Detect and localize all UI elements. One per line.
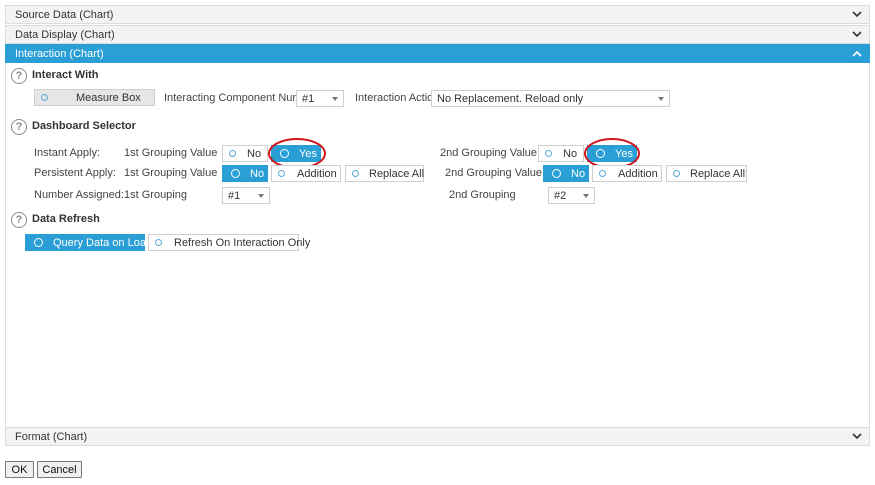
interact-with-title: Interact With (32, 69, 99, 81)
second-grouping-number-select[interactable]: #2 (548, 187, 595, 204)
radio-icon (229, 150, 236, 157)
instant-first-no-option[interactable]: No (222, 145, 268, 162)
measure-box-label: Measure Box (76, 91, 141, 104)
option-label: Replace All (369, 167, 425, 180)
data-refresh-title: Data Refresh (32, 213, 100, 225)
radio-icon (352, 170, 359, 177)
instant-apply-label: Instant Apply: (34, 147, 101, 159)
number-assigned-label: Number Assigned: (34, 189, 124, 201)
persistent-second-replace-all-option[interactable]: Replace All (666, 165, 747, 182)
dashboard-selector-title: Dashboard Selector (32, 120, 136, 132)
caret-down-icon (583, 194, 589, 198)
option-label: No (563, 147, 578, 160)
first-grouping-number-value: #1 (228, 189, 241, 202)
interaction-action-label: Interaction Action: (355, 92, 443, 104)
help-icon[interactable]: ? (11, 68, 27, 84)
accordion-format-label: Format (Chart) (15, 430, 88, 443)
radio-icon (41, 94, 48, 101)
cancel-button[interactable]: Cancel (37, 461, 82, 478)
persistent-apply-label: Persistent Apply: (34, 167, 116, 179)
chevron-up-icon (851, 46, 863, 60)
accordion-interaction[interactable]: Interaction (Chart) (5, 44, 870, 63)
caret-down-icon (332, 97, 338, 101)
persistent-first-replace-all-option[interactable]: Replace All (345, 165, 424, 182)
persistent-first-no-option[interactable]: No (222, 165, 268, 182)
ok-button[interactable]: OK (5, 461, 34, 478)
accordion-data-display-label: Data Display (Chart) (15, 28, 115, 41)
instant-first-grouping-label: 1st Grouping Value (124, 147, 218, 159)
instant-second-no-option[interactable]: No (538, 145, 584, 162)
persistent-second-grouping-label: 2nd Grouping Value (445, 167, 543, 179)
help-icon[interactable]: ? (11, 119, 27, 135)
refresh-on-interaction-option[interactable]: Refresh On Interaction Only (148, 234, 310, 251)
persistent-second-addition-option[interactable]: Addition (592, 165, 662, 182)
accordion-format[interactable]: Format (Chart) (5, 427, 870, 446)
option-label: Query Data on Load (53, 236, 153, 249)
accordion-data-display[interactable]: Data Display (Chart) (5, 25, 870, 44)
accordion-source-data[interactable]: Source Data (Chart) (5, 5, 870, 24)
option-label: Yes (615, 147, 633, 160)
first-grouping-number-select[interactable]: #1 (222, 187, 270, 204)
persistent-first-grouping-label: 1st Grouping Value (124, 167, 218, 179)
instant-first-yes-option[interactable]: Yes (271, 145, 321, 162)
second-grouping-number-value: #2 (554, 189, 567, 202)
radio-icon (673, 170, 680, 177)
number-first-grouping-label: 1st Grouping (124, 189, 187, 201)
option-label: No (571, 167, 586, 180)
interaction-action-select[interactable]: No Replacement. Reload only (431, 90, 670, 107)
number-second-grouping-label: 2nd Grouping (449, 189, 516, 201)
radio-icon (280, 149, 289, 158)
option-label: Yes (299, 147, 317, 160)
persistent-second-no-option[interactable]: No (543, 165, 589, 182)
option-label: Refresh On Interaction Only (174, 236, 311, 249)
radio-icon (596, 149, 605, 158)
radio-icon (552, 169, 561, 178)
radio-icon (545, 150, 552, 157)
help-icon[interactable]: ? (11, 212, 27, 228)
chevron-down-icon (851, 27, 863, 41)
instant-second-grouping-label: 2nd Grouping Value (440, 147, 538, 159)
option-label: No (247, 147, 262, 160)
radio-icon (278, 170, 285, 177)
radio-icon (599, 170, 606, 177)
measure-box-button[interactable]: Measure Box (34, 89, 155, 106)
radio-icon (231, 169, 240, 178)
accordion-source-data-label: Source Data (Chart) (15, 8, 114, 21)
option-label: Addition (297, 167, 337, 180)
interaction-panel: ? Interact With Measure Box Interacting … (5, 63, 870, 428)
component-number-select[interactable]: #1 (296, 90, 344, 107)
caret-down-icon (658, 97, 664, 101)
option-label: No (250, 167, 265, 180)
accordion-interaction-label: Interaction (Chart) (15, 47, 104, 60)
query-on-load-option[interactable]: Query Data on Load (25, 234, 152, 251)
caret-down-icon (258, 194, 264, 198)
radio-icon (34, 238, 43, 247)
chevron-down-icon (851, 429, 863, 443)
chevron-down-icon (851, 7, 863, 21)
instant-second-yes-option[interactable]: Yes (587, 145, 637, 162)
component-number-value: #1 (302, 92, 315, 105)
interaction-action-value: No Replacement. Reload only (437, 92, 584, 105)
option-label: Replace All (690, 167, 746, 180)
radio-icon (155, 239, 162, 246)
persistent-first-addition-option[interactable]: Addition (271, 165, 341, 182)
option-label: Addition (618, 167, 658, 180)
